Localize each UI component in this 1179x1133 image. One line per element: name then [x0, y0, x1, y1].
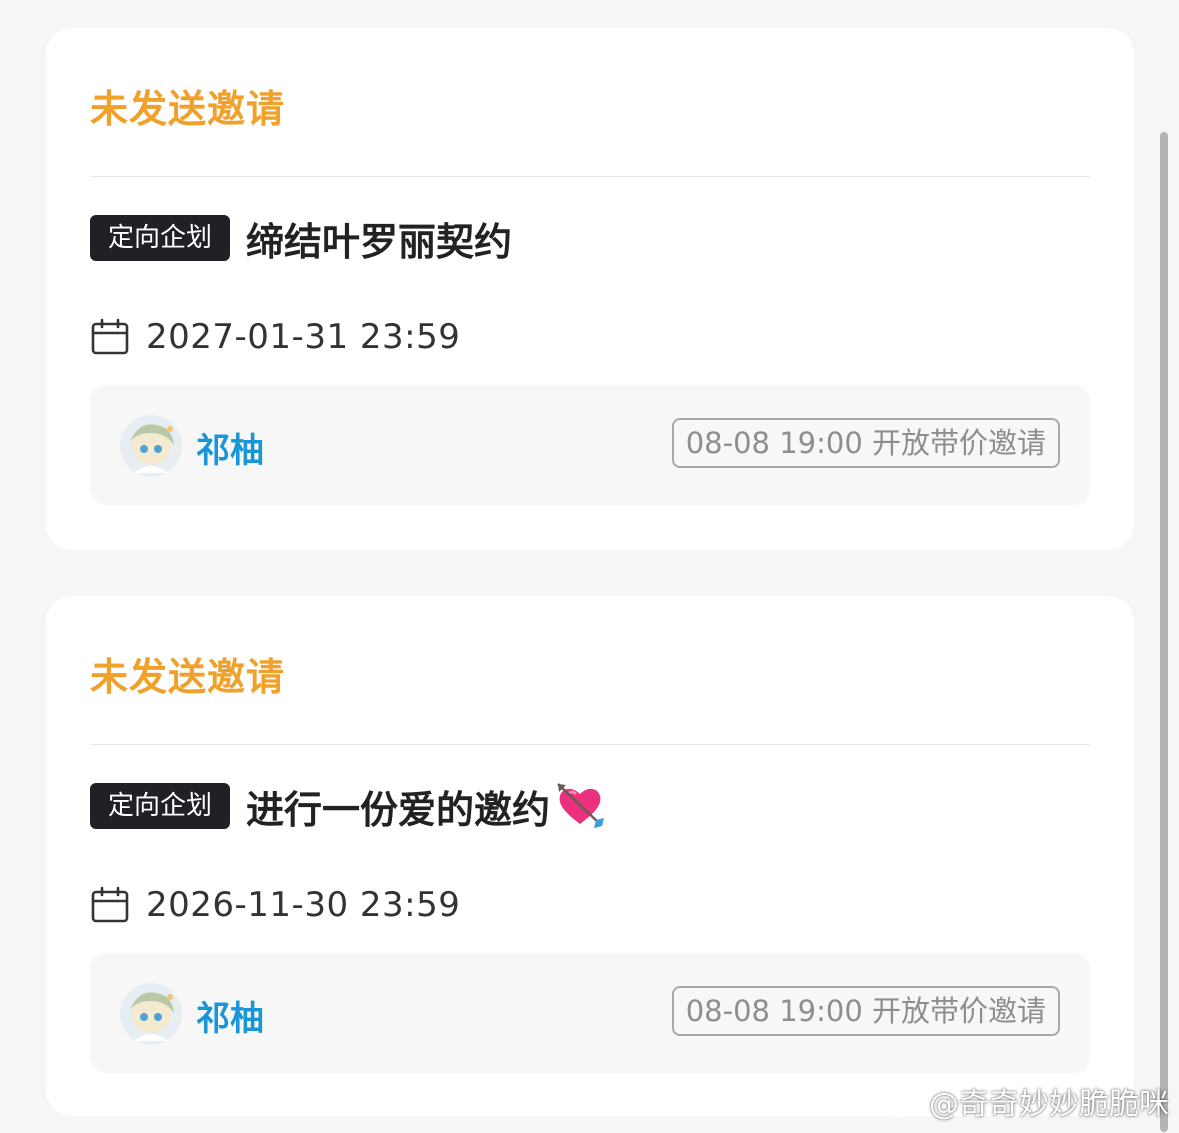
heart-arrow-emoji-icon [557, 783, 605, 828]
deadline-row: 2027-01-31 23:59 [90, 316, 460, 358]
deadline-date: 2027-01-31 23:59 [146, 317, 461, 357]
author-name[interactable]: 祁柚 [196, 423, 264, 472]
calendar-icon [91, 318, 129, 355]
avatar[interactable] [120, 415, 182, 477]
author-name[interactable]: 祁柚 [196, 991, 264, 1040]
card-title-text: 缔结叶罗丽契约 [246, 219, 513, 264]
card-title[interactable]: 缔结叶罗丽契约 [246, 211, 512, 266]
invite-card[interactable]: 未发送邀请 定向企划 进行一份爱的邀约 2026-11-30 23:59 祁柚 … [46, 596, 1134, 1116]
weibo-icon [881, 1086, 923, 1118]
divider [90, 744, 1090, 745]
watermark: @奇奇妙妙脆脆咪 [881, 1079, 1169, 1123]
card-title[interactable]: 进行一份爱的邀约 [246, 779, 606, 834]
title-row: 定向企划 进行一份爱的邀约 [90, 780, 606, 832]
deadline-row: 2026-11-30 23:59 [90, 884, 460, 926]
title-row: 定向企划 缔结叶罗丽契约 [90, 212, 512, 264]
status-label: 未发送邀请 [90, 655, 286, 699]
calendar-icon [91, 886, 129, 923]
status-label: 未发送邀请 [90, 87, 286, 131]
watermark-text: @奇奇妙妙脆脆咪 [929, 1087, 1169, 1122]
invite-card[interactable]: 未发送邀请 定向企划 缔结叶罗丽契约 2027-01-31 23:59 祁柚 0… [46, 28, 1134, 550]
plan-tag: 定向企划 [90, 215, 231, 261]
deadline-date: 2026-11-30 23:59 [146, 885, 461, 925]
author-box: 祁柚 08-08 19:00 开放带价邀请 [90, 953, 1090, 1073]
avatar[interactable] [120, 983, 182, 1045]
author-box: 祁柚 08-08 19:00 开放带价邀请 [90, 385, 1090, 505]
scrollbar[interactable] [1160, 132, 1168, 1132]
divider [90, 176, 1090, 177]
plan-tag: 定向企划 [90, 783, 231, 829]
open-invite-button[interactable]: 08-08 19:00 开放带价邀请 [671, 418, 1060, 468]
page: 未发送邀请 定向企划 缔结叶罗丽契约 2027-01-31 23:59 祁柚 0… [0, 0, 1179, 1133]
card-title-text: 进行一份爱的邀约 [246, 787, 551, 832]
open-invite-button[interactable]: 08-08 19:00 开放带价邀请 [671, 986, 1060, 1036]
